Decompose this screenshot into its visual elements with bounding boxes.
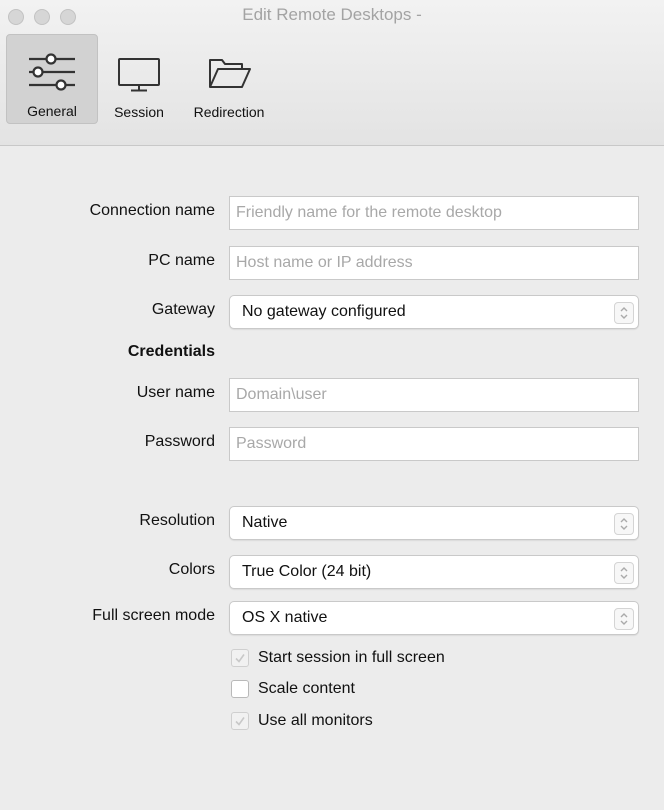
user-name-label: User name	[136, 384, 215, 401]
resolution-row: Resolution Native	[0, 506, 664, 540]
checkbox-empty-icon	[231, 680, 249, 698]
window-title: Edit Remote Desktops -	[242, 5, 422, 24]
sliders-icon	[27, 47, 77, 97]
user-name-row: User name	[0, 378, 664, 412]
password-input[interactable]	[229, 427, 639, 461]
checkmark-icon	[231, 712, 249, 730]
resolution-label: Resolution	[139, 512, 215, 529]
chevron-updown-icon	[614, 513, 634, 535]
full-screen-mode-row: Full screen mode OS X native	[0, 601, 664, 635]
tab-general[interactable]: General	[6, 34, 98, 124]
colors-value: True Color (24 bit)	[242, 563, 372, 580]
toolbar: General Session Redirection	[6, 34, 278, 124]
connection-name-input[interactable]	[229, 196, 639, 230]
full-screen-mode-value: OS X native	[242, 609, 328, 626]
tab-session-label: Session	[114, 104, 164, 120]
folder-icon	[204, 48, 254, 98]
tab-redirection-label: Redirection	[193, 104, 265, 120]
password-row: Password	[0, 427, 664, 461]
checkmark-icon	[231, 649, 249, 667]
pc-name-label: PC name	[148, 252, 215, 269]
pc-name-row: PC name	[0, 246, 664, 280]
tab-redirection[interactable]: Redirection	[180, 34, 278, 124]
gateway-select[interactable]: No gateway configured	[229, 295, 639, 329]
scale-content-checkbox[interactable]: Scale content	[231, 677, 355, 701]
start-full-screen-checkbox[interactable]: Start session in full screen	[231, 646, 445, 670]
resolution-value: Native	[242, 514, 288, 531]
gateway-label: Gateway	[151, 301, 215, 318]
use-all-monitors-label: Use all monitors	[258, 712, 373, 729]
connection-name-label: Connection name	[89, 202, 215, 219]
tab-general-label: General	[27, 103, 77, 119]
resolution-select[interactable]: Native	[229, 506, 639, 540]
gateway-value: No gateway configured	[242, 303, 406, 320]
use-all-monitors-checkbox[interactable]: Use all monitors	[231, 709, 373, 733]
credentials-heading-row: Credentials	[0, 337, 664, 371]
full-screen-mode-select[interactable]: OS X native	[229, 601, 639, 635]
user-name-input[interactable]	[229, 378, 639, 412]
chevron-updown-icon	[614, 302, 634, 324]
title-bar: Edit Remote Desktops - General Session R…	[0, 0, 664, 146]
colors-select[interactable]: True Color (24 bit)	[229, 555, 639, 589]
pc-name-input[interactable]	[229, 246, 639, 280]
start-full-screen-label: Start session in full screen	[258, 649, 445, 666]
chevron-updown-icon	[614, 562, 634, 584]
monitor-icon	[114, 48, 164, 98]
full-screen-mode-label: Full screen mode	[92, 607, 215, 624]
credentials-heading: Credentials	[127, 343, 215, 360]
colors-row: Colors True Color (24 bit)	[0, 555, 664, 589]
scale-content-label: Scale content	[258, 680, 355, 697]
colors-label: Colors	[168, 561, 215, 578]
edit-remote-desktops-window: Edit Remote Desktops - General Session R…	[0, 0, 664, 810]
chevron-updown-icon	[614, 608, 634, 630]
tab-session[interactable]: Session	[100, 34, 178, 124]
connection-name-row: Connection name	[0, 196, 664, 230]
password-label: Password	[144, 433, 215, 450]
gateway-row: Gateway No gateway configured	[0, 295, 664, 329]
